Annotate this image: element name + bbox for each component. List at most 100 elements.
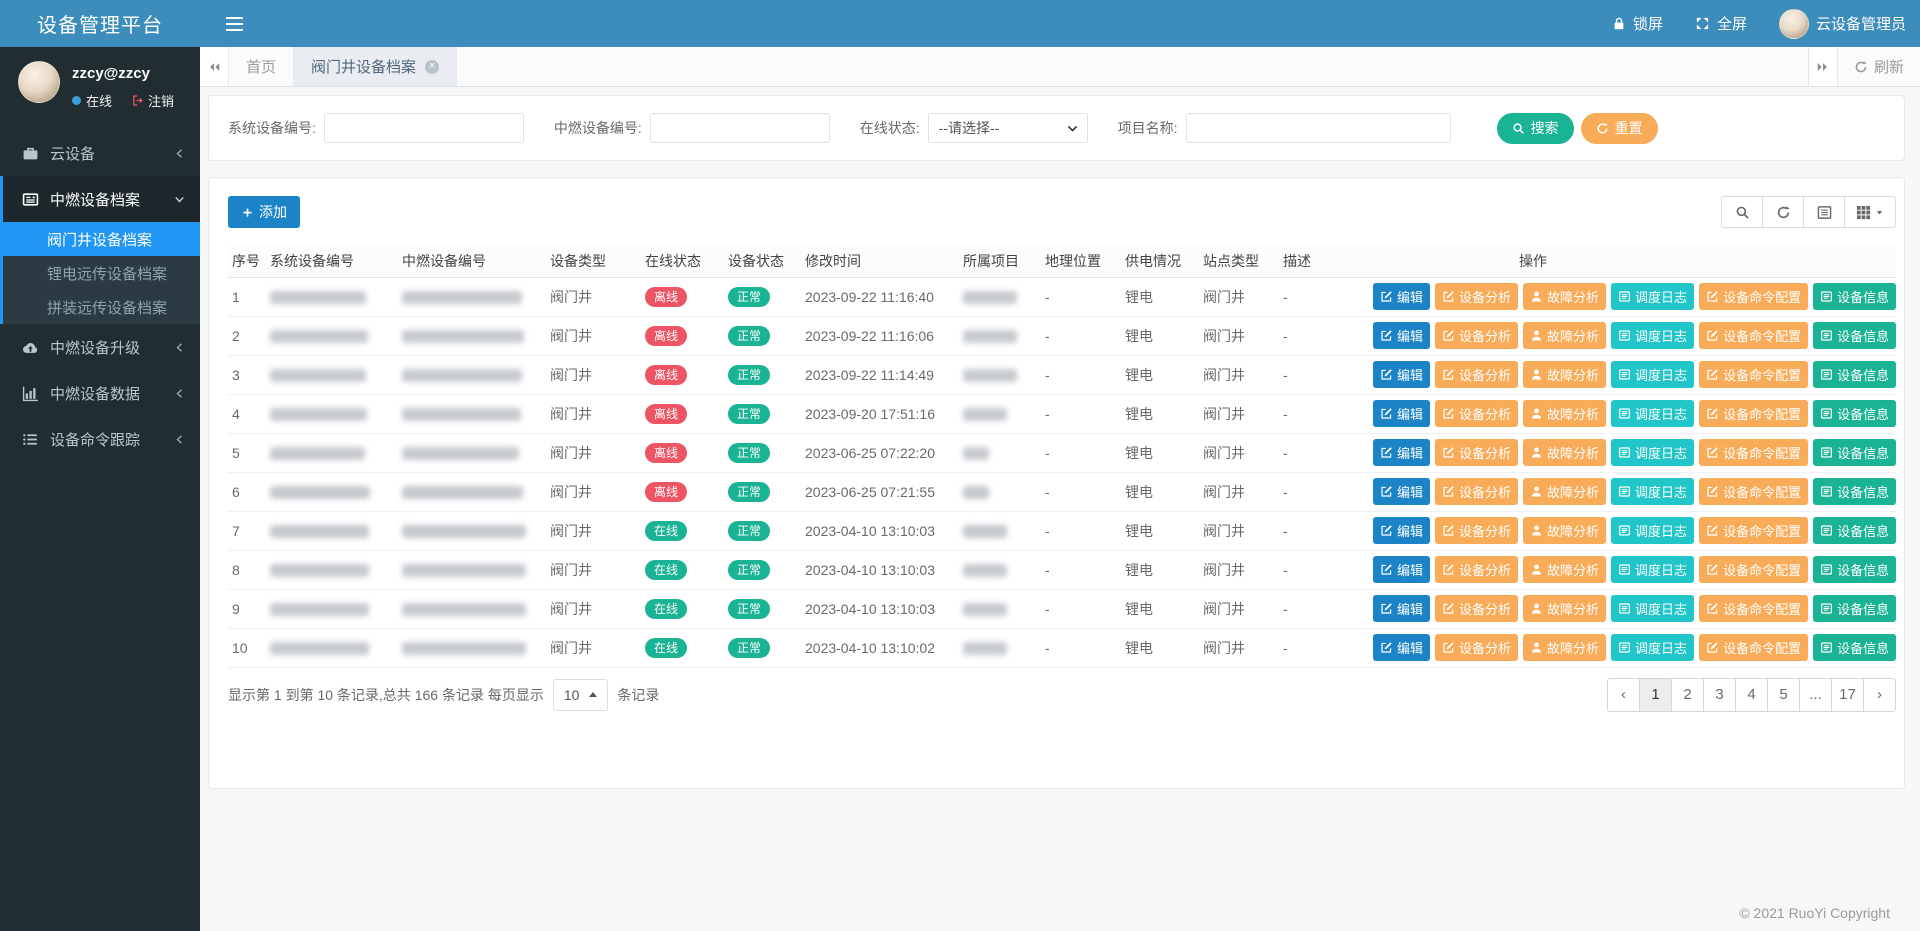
sidebar-item-gas-device-data[interactable]: 中燃设备数据 xyxy=(0,370,200,416)
row-action-device-command-config-button[interactable]: 设备命令配置 xyxy=(1699,322,1808,349)
sidebar-item-device-command-tracking[interactable]: 设备命令跟踪 xyxy=(0,416,200,462)
row-action-fault-analysis-button[interactable]: 故障分析 xyxy=(1523,634,1606,661)
row-action-device-info-button[interactable]: 设备信息 xyxy=(1813,400,1896,427)
sidebar-toggle-button[interactable] xyxy=(210,0,259,47)
row-action-device-analysis-button[interactable]: 设备分析 xyxy=(1435,361,1518,388)
row-action-edit-button[interactable]: 编辑 xyxy=(1373,556,1430,583)
row-action-fault-analysis-button[interactable]: 故障分析 xyxy=(1523,517,1606,544)
row-action-dispatch-log-button[interactable]: 调度日志 xyxy=(1611,283,1694,310)
sidebar-item-gas-device-upgrade[interactable]: 中燃设备升级 xyxy=(0,324,200,370)
fullscreen-button[interactable]: 全屏 xyxy=(1695,13,1747,34)
page-17-button[interactable]: 17 xyxy=(1831,678,1864,712)
row-action-device-info-button[interactable]: 设备信息 xyxy=(1813,361,1896,388)
row-action-fault-analysis-button[interactable]: 故障分析 xyxy=(1523,478,1606,505)
row-action-device-command-config-button[interactable]: 设备命令配置 xyxy=(1699,595,1808,622)
row-action-fault-analysis-button[interactable]: 故障分析 xyxy=(1523,322,1606,349)
search-button[interactable]: 搜索 xyxy=(1497,113,1574,144)
online-status-select[interactable]: --请选择-- xyxy=(928,113,1088,143)
row-action-device-analysis-button[interactable]: 设备分析 xyxy=(1435,478,1518,505)
tabs-scroll-right-button[interactable] xyxy=(1808,47,1837,86)
row-action-device-analysis-button[interactable]: 设备分析 xyxy=(1435,322,1518,349)
row-action-edit-button[interactable]: 编辑 xyxy=(1373,595,1430,622)
row-action-dispatch-log-button[interactable]: 调度日志 xyxy=(1611,478,1694,505)
page-size-select[interactable]: 10 xyxy=(553,679,609,711)
row-action-device-analysis-button[interactable]: 设备分析 xyxy=(1435,400,1518,427)
row-action-dispatch-log-button[interactable]: 调度日志 xyxy=(1611,556,1694,583)
page-1-button[interactable]: 1 xyxy=(1639,678,1672,712)
page-2-button[interactable]: 2 xyxy=(1671,678,1704,712)
refresh-tab-button[interactable]: 刷新 xyxy=(1837,47,1920,86)
page-next-button[interactable]: › xyxy=(1863,678,1896,712)
row-action-device-info-button[interactable]: 设备信息 xyxy=(1813,556,1896,583)
row-action-edit-button[interactable]: 编辑 xyxy=(1373,634,1430,661)
row-action-edit-button[interactable]: 编辑 xyxy=(1373,478,1430,505)
row-action-edit-button[interactable]: 编辑 xyxy=(1373,400,1430,427)
tab-home[interactable]: 首页 xyxy=(229,47,294,86)
row-action-device-info-button[interactable]: 设备信息 xyxy=(1813,517,1896,544)
row-action-device-command-config-button[interactable]: 设备命令配置 xyxy=(1699,517,1808,544)
row-action-dispatch-log-button[interactable]: 调度日志 xyxy=(1611,361,1694,388)
detail-view-button[interactable] xyxy=(1803,196,1845,228)
lock-screen-button[interactable]: 锁屏 xyxy=(1612,13,1663,34)
add-button[interactable]: 添加 xyxy=(228,196,300,228)
page-5-button[interactable]: 5 xyxy=(1767,678,1800,712)
row-action-device-analysis-button[interactable]: 设备分析 xyxy=(1435,595,1518,622)
row-action-dispatch-log-button[interactable]: 调度日志 xyxy=(1611,634,1694,661)
row-action-device-command-config-button[interactable]: 设备命令配置 xyxy=(1699,439,1808,466)
row-action-device-command-config-button[interactable]: 设备命令配置 xyxy=(1699,361,1808,388)
row-action-edit-button[interactable]: 编辑 xyxy=(1373,439,1430,466)
close-icon[interactable] xyxy=(425,60,439,74)
row-action-dispatch-log-button[interactable]: 调度日志 xyxy=(1611,322,1694,349)
sidebar-item-cloud-device[interactable]: 云设备 xyxy=(0,130,200,176)
page-3-button[interactable]: 3 xyxy=(1703,678,1736,712)
row-action-device-info-button[interactable]: 设备信息 xyxy=(1813,283,1896,310)
row-action-device-info-button[interactable]: 设备信息 xyxy=(1813,322,1896,349)
row-action-device-analysis-button[interactable]: 设备分析 xyxy=(1435,556,1518,583)
toggle-search-button[interactable] xyxy=(1721,196,1763,228)
row-action-device-analysis-button[interactable]: 设备分析 xyxy=(1435,517,1518,544)
row-action-device-info-button[interactable]: 设备信息 xyxy=(1813,634,1896,661)
row-action-fault-analysis-button[interactable]: 故障分析 xyxy=(1523,556,1606,583)
row-action-edit-button[interactable]: 编辑 xyxy=(1373,322,1430,349)
row-action-device-command-config-button[interactable]: 设备命令配置 xyxy=(1699,556,1808,583)
row-action-device-info-button[interactable]: 设备信息 xyxy=(1813,595,1896,622)
user-menu[interactable]: 云设备管理员 xyxy=(1779,9,1906,39)
row-action-fault-analysis-button[interactable]: 故障分析 xyxy=(1523,595,1606,622)
row-action-fault-analysis-button[interactable]: 故障分析 xyxy=(1523,361,1606,388)
row-action-dispatch-log-button[interactable]: 调度日志 xyxy=(1611,595,1694,622)
row-action-fault-analysis-button[interactable]: 故障分析 xyxy=(1523,283,1606,310)
row-action-device-command-config-button[interactable]: 设备命令配置 xyxy=(1699,283,1808,310)
reset-button[interactable]: 重置 xyxy=(1581,113,1658,144)
refresh-table-button[interactable] xyxy=(1762,196,1804,228)
row-action-edit-button[interactable]: 编辑 xyxy=(1373,517,1430,544)
row-action-device-command-config-button[interactable]: 设备命令配置 xyxy=(1699,634,1808,661)
sidebar-item-gas-device-archive[interactable]: 中燃设备档案 xyxy=(3,176,200,222)
row-action-dispatch-log-button[interactable]: 调度日志 xyxy=(1611,439,1694,466)
row-action-device-command-config-button[interactable]: 设备命令配置 xyxy=(1699,400,1808,427)
row-action-edit-button[interactable]: 编辑 xyxy=(1373,283,1430,310)
row-action-device-analysis-button[interactable]: 设备分析 xyxy=(1435,634,1518,661)
page-ellipsis[interactable]: ... xyxy=(1799,678,1832,712)
row-action-device-info-button[interactable]: 设备信息 xyxy=(1813,478,1896,505)
columns-button[interactable] xyxy=(1844,196,1896,228)
gas-device-no-input[interactable] xyxy=(650,113,830,143)
row-action-fault-analysis-button[interactable]: 故障分析 xyxy=(1523,400,1606,427)
row-action-device-analysis-button[interactable]: 设备分析 xyxy=(1435,283,1518,310)
row-action-device-info-button[interactable]: 设备信息 xyxy=(1813,439,1896,466)
sidebar-item-lithium-remote-archive[interactable]: 锂电远传设备档案 xyxy=(3,256,200,290)
page-4-button[interactable]: 4 xyxy=(1735,678,1768,712)
system-device-no-input[interactable] xyxy=(324,113,524,143)
row-action-device-command-config-button[interactable]: 设备命令配置 xyxy=(1699,478,1808,505)
row-action-device-analysis-button[interactable]: 设备分析 xyxy=(1435,439,1518,466)
tab-valve-well-archive[interactable]: 阀门井设备档案 xyxy=(294,47,457,86)
tabs-scroll-left-button[interactable] xyxy=(200,47,229,86)
sidebar-item-valve-well-archive[interactable]: 阀门井设备档案 xyxy=(3,222,200,256)
logout-link[interactable]: 注销 xyxy=(131,91,174,110)
row-action-edit-button[interactable]: 编辑 xyxy=(1373,361,1430,388)
row-action-dispatch-log-button[interactable]: 调度日志 xyxy=(1611,400,1694,427)
row-action-fault-analysis-button[interactable]: 故障分析 xyxy=(1523,439,1606,466)
row-action-dispatch-log-button[interactable]: 调度日志 xyxy=(1611,517,1694,544)
sidebar-item-assembled-remote-archive[interactable]: 拼装远传设备档案 xyxy=(3,290,200,324)
project-name-input[interactable] xyxy=(1186,113,1451,143)
page-prev-button[interactable]: ‹ xyxy=(1607,678,1640,712)
